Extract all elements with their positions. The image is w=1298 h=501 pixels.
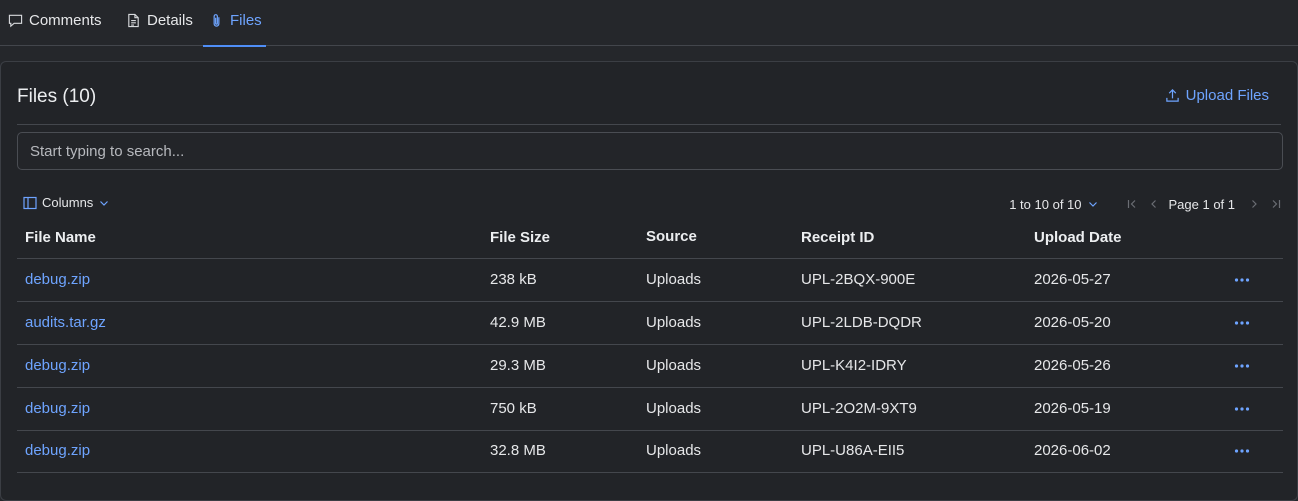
header-divider — [17, 124, 1281, 125]
columns-icon — [23, 196, 37, 209]
source-cell: Uploads — [646, 357, 702, 374]
column-header-source[interactable]: Source — [646, 228, 697, 245]
upload-files-button[interactable]: Upload Files — [1165, 87, 1269, 104]
row-actions-button[interactable] — [1233, 271, 1251, 289]
row-actions-button[interactable] — [1233, 400, 1251, 418]
source-cell: Uploads — [646, 442, 702, 459]
table-row: debug.zip 750 kB Uploads UPL-2O2M-9XT9 2… — [17, 388, 1283, 431]
upload-date-cell: 2026-05-20 — [1034, 314, 1111, 331]
tab-details-label: Details — [147, 11, 193, 29]
first-page-icon — [1127, 200, 1135, 208]
pagination: 1 to 10 of 10 Page 1 of 1 — [1009, 195, 1287, 213]
column-header-file-size[interactable]: File Size — [490, 229, 550, 246]
paperclip-icon — [213, 13, 220, 27]
upload-icon — [1165, 89, 1179, 102]
tab-comments[interactable]: Comments — [8, 0, 102, 46]
page-size-select[interactable]: 1 to 10 of 10 — [1009, 197, 1098, 212]
file-size-cell: 42.9 MB — [490, 314, 546, 331]
columns-label: Columns — [42, 195, 94, 210]
more-horizontal-icon — [1234, 278, 1250, 282]
more-horizontal-icon — [1234, 449, 1250, 453]
upload-date-cell: 2026-05-19 — [1034, 400, 1111, 417]
file-size-cell: 238 kB — [490, 271, 537, 288]
more-horizontal-icon — [1234, 407, 1250, 411]
chevron-down-icon — [1088, 202, 1097, 207]
tab-bar: Comments Details Files — [0, 0, 1298, 47]
chevron-left-icon — [1150, 200, 1156, 208]
more-horizontal-icon — [1234, 364, 1250, 368]
table-row: debug.zip 32.8 MB Uploads UPL-U86A-EII5 … — [17, 430, 1283, 473]
files-title: Files (10) — [17, 86, 97, 107]
more-horizontal-icon — [1234, 321, 1250, 325]
upload-files-label: Upload Files — [1185, 87, 1269, 104]
chevron-down-icon — [100, 200, 109, 206]
column-header-upload-date[interactable]: Upload Date — [1034, 229, 1122, 246]
table-header: File Name File Size Source Receipt ID Up… — [17, 218, 1283, 259]
comment-icon — [8, 14, 23, 27]
receipt-id-cell: UPL-2O2M-9XT9 — [801, 400, 917, 417]
page-label: Page 1 of 1 — [1168, 196, 1236, 212]
search-input[interactable] — [17, 132, 1283, 170]
tab-files-label: Files — [230, 11, 262, 29]
column-header-receipt-id[interactable]: Receipt ID — [801, 229, 874, 246]
file-name-link[interactable]: debug.zip — [25, 400, 90, 417]
last-page-button[interactable] — [1265, 195, 1287, 213]
file-name-link[interactable]: debug.zip — [25, 442, 90, 459]
columns-button[interactable]: Columns — [23, 195, 110, 210]
receipt-id-cell: UPL-2BQX-900E — [801, 271, 916, 288]
row-actions-button[interactable] — [1233, 357, 1251, 375]
source-cell: Uploads — [646, 400, 702, 417]
receipt-id-cell: UPL-K4I2-IDRY — [801, 357, 907, 374]
tab-files[interactable]: Files — [203, 0, 266, 47]
source-cell: Uploads — [646, 271, 702, 288]
row-actions-button[interactable] — [1233, 442, 1251, 460]
file-name-link[interactable]: debug.zip — [25, 271, 90, 288]
row-actions-button[interactable] — [1233, 314, 1251, 332]
next-page-button[interactable] — [1243, 195, 1265, 213]
file-name-link[interactable]: debug.zip — [25, 357, 90, 374]
file-size-cell: 750 kB — [490, 400, 537, 417]
previous-page-button[interactable] — [1143, 195, 1165, 213]
upload-date-cell: 2026-06-02 — [1034, 442, 1111, 459]
first-page-button[interactable] — [1121, 195, 1143, 213]
files-panel: Files (10) Upload Files Columns 1 to 10 … — [0, 61, 1298, 501]
range-label: 1 to 10 of 10 — [1009, 196, 1082, 212]
file-size-cell: 29.3 MB — [490, 357, 546, 374]
source-cell: Uploads — [646, 314, 702, 331]
receipt-id-cell: UPL-2LDB-DQDR — [801, 314, 922, 331]
upload-date-cell: 2026-05-26 — [1034, 357, 1111, 374]
column-header-file-name[interactable]: File Name — [25, 229, 96, 246]
last-page-icon — [1272, 200, 1281, 208]
file-name-link[interactable]: audits.tar.gz — [25, 314, 106, 331]
tab-comments-label: Comments — [29, 11, 102, 29]
tab-details[interactable]: Details — [126, 0, 193, 46]
table-row: audits.tar.gz 42.9 MB Uploads UPL-2LDB-D… — [17, 302, 1283, 345]
table-row: debug.zip 29.3 MB Uploads UPL-K4I2-IDRY … — [17, 345, 1283, 388]
table-row: debug.zip 238 kB Uploads UPL-2BQX-900E 2… — [17, 259, 1283, 302]
chevron-right-icon — [1252, 200, 1257, 208]
upload-date-cell: 2026-05-27 — [1034, 271, 1111, 288]
receipt-id-cell: UPL-U86A-EII5 — [801, 442, 905, 459]
file-size-cell: 32.8 MB — [490, 442, 546, 459]
document-icon — [128, 13, 139, 27]
